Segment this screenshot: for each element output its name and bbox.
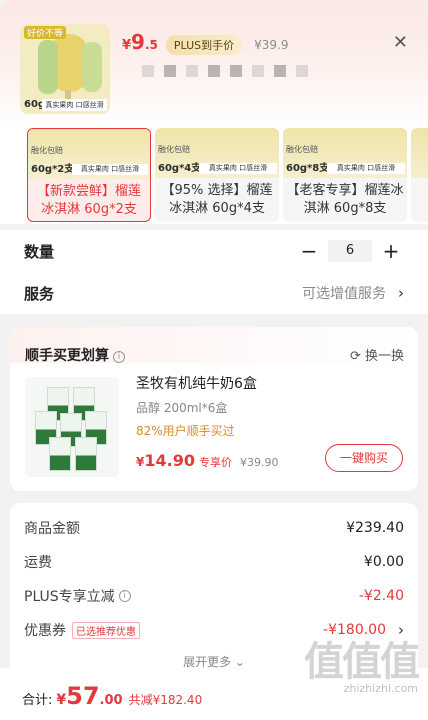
summary-row: 运费 ¥0.00 [24,552,404,572]
variant-weight: 60g*8支 [286,163,330,174]
original-price: ¥39.90 [239,456,279,469]
chevron-right-icon: › [398,284,404,302]
variant-bar: 真实果肉 口感丝滑 [72,164,148,175]
thumb-bar: 真实果肉 口感丝滑 [42,99,107,111]
quantity-input[interactable]: 6 [328,240,372,262]
quantity-stepper: − 6 + [296,239,404,263]
bundle-purchase-ratio: 82%用户顺手买过 [136,424,235,438]
bundle-price: ¥ 14.90 专享价 ¥39.90 [136,451,278,470]
variant-label: 【老客专享】榴莲冰淇淋 60g*8支 [286,183,404,216]
watermark: 值值值 zhizhizhi.com [286,639,420,695]
summary-row: PLUS专享立减 i -¥2.40 [24,586,404,606]
variant-weight: 60g*4支 [158,163,202,174]
bundle-product-name[interactable]: 圣牧有机纯牛奶6盒 [136,373,257,393]
plus-button[interactable]: + [378,239,404,263]
price-currency: ¥ [122,38,132,53]
variant-option[interactable]: 融化包赔 60g*8支 真实果肉 口感丝滑 【老客专享】榴莲冰淇淋 60g*8支 [283,128,407,222]
summary-label: PLUS专享立减 [24,589,115,605]
variant-option[interactable]: 融化包赔 60g*2支 真实果肉 口感丝滑 【新款尝鲜】榴莲冰淇淋 60g*2支 [27,128,151,222]
bundle-product-spec: 品醇 200ml*6盒 [136,401,228,415]
price-decimal: .5 [144,38,158,52]
variant-selector: 融化包赔 60g*2支 真实果肉 口感丝滑 【新款尝鲜】榴莲冰淇淋 60g*2支… [0,128,428,224]
service-hint: 可选增值服务 [302,286,386,302]
masked-text [142,65,308,77]
product-header: 好价不等 60g 真实果肉 口感丝滑 ¥ 9 .5 PLUS到手价 ¥39.9 … [0,0,428,128]
close-icon[interactable]: ✕ [393,34,408,52]
variant-option[interactable]: 融化包赔 60g*4支 真实果肉 口感丝滑 【95% 选择】榴莲冰淇淋 60g*… [155,128,279,222]
watermark-logo: 值值值 [304,639,420,685]
total-label: 合计: [22,693,53,708]
variant-bar: 真实果肉 口感丝滑 [327,163,405,174]
bundle-title-text: 顺手买更划算 [25,348,109,364]
quantity-row: 数量 − 6 + [0,230,428,272]
info-icon[interactable]: i [113,351,125,363]
service-label: 服务 [24,284,55,303]
thumb-tag: 好价不等 [24,26,67,39]
summary-row: 商品金额 ¥239.40 [24,518,404,538]
minus-button[interactable]: − [296,239,322,263]
summary-label: 运费 [24,555,52,571]
summary-value: ¥0.00 [363,554,404,570]
variant-image: 融化包赔 60g*2支 真实果肉 口感丝滑 [28,129,150,179]
variant-bar: 真实果肉 口感丝滑 [199,163,277,174]
milk-image[interactable] [25,377,119,477]
price-integer: 9 [131,30,145,54]
one-click-buy-button[interactable]: 一键购买 [325,444,403,472]
variant-option-partial[interactable] [411,128,428,222]
original-price: ¥39.9 [254,38,289,52]
variant-weight: 60g*2支 [31,164,75,175]
summary-value: -¥2.40 [358,588,404,604]
service-row[interactable]: 服务 可选增值服务 › [0,272,428,314]
price-amount: 14.90 [144,451,195,470]
info-icon[interactable]: i [118,590,131,602]
variant-label: 【新款尝鲜】榴莲冰淇淋 60g*2支 [36,184,141,217]
summary-value: ¥239.40 [346,520,404,536]
total-decimal: .00 [99,693,123,708]
plus-price-tag: PLUS到手价 [165,35,243,55]
price-currency: ¥ [136,455,145,469]
bundle-card: 顺手买更划算 i ⟳ 换一换 圣牧有机纯牛奶6盒 品醇 200ml*6盒 82%用… [10,327,418,491]
total-currency: ¥ [56,692,67,708]
summary-value: -¥180.00 [323,622,386,638]
variant-tag: 融化包赔 [158,145,190,154]
price-row: ¥ 9 .5 PLUS到手价 ¥39.9 [122,30,289,55]
product-thumbnail: 好价不等 60g 真实果肉 口感丝滑 [20,24,110,114]
variant-tag: 融化包赔 [31,146,63,155]
variant-label: 【95% 选择】榴莲冰淇淋 60g*4支 [161,183,273,216]
variant-image [411,128,428,178]
variant-tag: 融化包赔 [286,145,318,154]
bundle-title: 顺手买更划算 i [25,345,125,365]
chevron-right-icon: › [398,621,404,639]
variant-image: 融化包赔 60g*8支 真实果肉 口感丝滑 [283,128,407,178]
coupon-tag: 已选推荐优惠 [72,621,140,639]
refresh-button[interactable]: ⟳ 换一换 [350,345,404,364]
summary-label: 优惠券 [24,623,66,639]
summary-label: 商品金额 [24,521,80,537]
price-label: 专享价 [198,456,232,469]
variant-image: 融化包赔 60g*4支 真实果肉 口感丝滑 [155,128,279,178]
total-integer: 57 [66,682,100,710]
coupon-row[interactable]: 优惠券 已选推荐优惠 -¥180.00 › [24,620,404,640]
quantity-label: 数量 [24,242,55,261]
total-savings: 共减¥182.40 [128,693,203,707]
